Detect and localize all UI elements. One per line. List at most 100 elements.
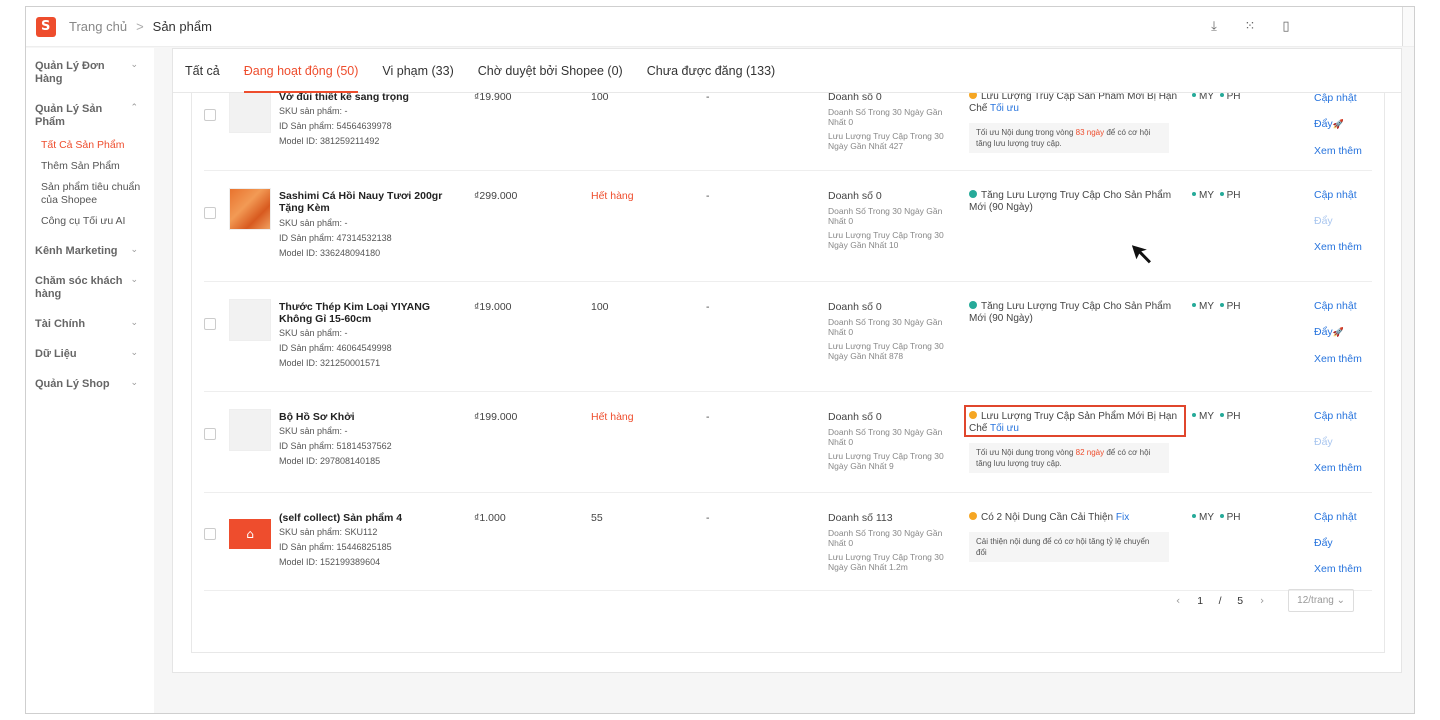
product-id: ID Sản phẩm: 47314532138 (279, 233, 392, 243)
quality-tip: Tối ưu Nội dung trong vòng 82 ngày để có… (969, 443, 1169, 473)
sales-info: Doanh số 0 Doanh Số Trong 30 Ngày Gần Nh… (828, 301, 953, 361)
product-thumbnail[interactable] (229, 93, 271, 133)
sales-total: Doanh số 0 (828, 93, 882, 103)
tab-active[interactable]: Đang hoạt động (50) (243, 49, 358, 93)
quality-info: Tăng Lưu Lượng Truy Cập Cho Sản Phẩm Mới… (969, 301, 1184, 325)
breadcrumb-separator: > (136, 19, 144, 34)
sidebar-group-products[interactable]: Quản Lý Sản Phẩm ⌃ Tất Cả Sản Phẩm Thêm … (26, 103, 154, 228)
see-more-button[interactable]: Xem thêm (1314, 556, 1362, 582)
product-sku: SKU sản phẩm: - (279, 218, 348, 228)
chevron-down-icon[interactable]: ⌄ (130, 348, 138, 358)
sidebar-group-title: Quản Lý Đơn Hàng (35, 60, 105, 85)
placeholder-dash: - (706, 512, 710, 524)
product-meta: SKU sản phẩm: - ID Sản phẩm: 51814537562… (279, 424, 392, 469)
table-row: Bộ Hồ Sơ Khởi SKU sản phẩm: - ID Sản phẩ… (204, 392, 1372, 493)
pagination: ‹ 1 / 5 › 12/trang ⌄ (1166, 589, 1354, 612)
update-button[interactable]: Cập nhật (1314, 93, 1362, 111)
page-separator: / (1218, 594, 1222, 607)
row-checkbox[interactable] (204, 109, 216, 121)
sidebar-group-title: Quản Lý Sản Phẩm (35, 103, 103, 128)
product-name[interactable]: Thước Thép Kim Loại YIYANG Không Gỉ 15-6… (279, 301, 464, 325)
boost-button[interactable]: Đẩy (1314, 208, 1362, 234)
boost-button[interactable]: Đẩy (1314, 429, 1362, 455)
row-checkbox[interactable] (204, 528, 216, 540)
see-more-button[interactable]: Xem thêm (1314, 234, 1362, 260)
sidebar-item-all-products[interactable]: Tất Cả Sản Phẩm (41, 139, 145, 152)
chevron-down-icon[interactable]: ⌄ (130, 378, 138, 388)
product-name[interactable]: (self collect) Sản phẩm 4 (279, 512, 464, 524)
sales-30-days: Doanh Số Trong 30 Ngày Gần Nhất 0 (828, 528, 943, 548)
tab-all[interactable]: Tất cả (185, 49, 220, 93)
product-table: Vớ đùi thiết kế sang trọng SKU sản phẩm:… (191, 93, 1385, 653)
sidebar-item-ai-tools[interactable]: Công cụ Tối ưu AI (41, 215, 145, 228)
product-name[interactable]: Sashimi Cá Hồi Nauy Tươi 200gr Tặng Kèm (279, 190, 464, 214)
quality-status: Lưu Lượng Truy Cập Sản Phẩm Mới Bị Hạn C… (969, 93, 1178, 114)
breadcrumb-home[interactable]: Trang chủ (69, 19, 127, 34)
fix-link[interactable]: Fix (1116, 512, 1129, 523)
sidebar-group-shop[interactable]: Quản Lý Shop ⌄ (26, 378, 154, 391)
sidebar: Quản Lý Đơn Hàng ⌄ Quản Lý Sản Phẩm ⌃ Tấ… (26, 48, 154, 713)
model-id: Model ID: 381259211492 (279, 136, 380, 146)
see-more-button[interactable]: Xem thêm (1314, 455, 1362, 481)
chevron-down-icon[interactable]: ⌄ (130, 318, 138, 328)
row-checkbox[interactable] (204, 428, 216, 440)
product-id: ID Sản phẩm: 46064549998 (279, 343, 392, 353)
placeholder-dash: - (706, 411, 710, 423)
update-button[interactable]: Cập nhật (1314, 403, 1362, 429)
sidebar-item-standard-products[interactable]: Sản phẩm tiêu chuẩn của Shopee (41, 181, 145, 207)
boost-button[interactable]: Đẩy🚀 (1314, 319, 1362, 346)
quality-tip: Cải thiện nội dung để có cơ hội tăng tỷ … (969, 532, 1169, 562)
sidebar-group-orders[interactable]: Quản Lý Đơn Hàng ⌄ (26, 60, 154, 86)
product-stock: 55 (591, 512, 603, 524)
quality-status: Có 2 Nội Dung Cần Cải Thiện Fix (969, 512, 1184, 524)
tab-violations[interactable]: Vi phạm (33) (382, 49, 453, 93)
boost-button[interactable]: Đẩy (1314, 530, 1362, 556)
chevron-down-icon[interactable]: ⌄ (130, 60, 138, 70)
update-button[interactable]: Cập nhật (1314, 504, 1362, 530)
product-name[interactable]: Bộ Hồ Sơ Khởi (279, 411, 464, 423)
product-sku: SKU sản phẩm: - (279, 106, 348, 116)
update-button[interactable]: Cập nhật (1314, 182, 1362, 208)
chevron-up-icon[interactable]: ⌃ (130, 103, 138, 113)
sidebar-group-finance[interactable]: Tài Chính ⌄ (26, 318, 154, 331)
product-thumbnail[interactable]: ⌂ (229, 519, 271, 549)
tab-unpublished[interactable]: Chưa được đăng (133) (647, 49, 775, 93)
update-button[interactable]: Cập nhật (1314, 293, 1362, 319)
next-page-button[interactable]: › (1250, 595, 1274, 607)
sidebar-item-add-product[interactable]: Thêm Sản Phẩm (41, 160, 145, 173)
sidebar-group-data[interactable]: Dữ Liệu ⌄ (26, 348, 154, 361)
product-thumbnail[interactable] (229, 409, 271, 451)
chevron-down-icon[interactable]: ⌄ (130, 275, 138, 285)
sidebar-group-customer-care[interactable]: Chăm sóc khách hàng ⌄ (26, 275, 154, 301)
product-price: ₫299.000 (474, 190, 518, 202)
see-more-button[interactable]: Xem thêm (1314, 346, 1362, 372)
shopee-logo[interactable] (36, 16, 56, 37)
warning-icon (969, 512, 977, 520)
regions: MY PH (1192, 190, 1240, 201)
sidebar-group-title: Kênh Marketing (35, 245, 118, 257)
sales-30-days: Doanh Số Trong 30 Ngày Gần Nhất 0 (828, 427, 943, 447)
product-thumbnail[interactable] (229, 188, 271, 230)
check-icon (969, 301, 977, 309)
book-icon[interactable]: ▯ (1278, 19, 1294, 34)
tab-pending-review[interactable]: Chờ duyệt bởi Shopee (0) (478, 49, 623, 93)
sidebar-group-marketing[interactable]: Kênh Marketing ⌄ (26, 245, 154, 258)
boost-button[interactable]: Đẩy🚀 (1314, 111, 1362, 138)
product-name[interactable]: Vớ đùi thiết kế sang trọng (279, 93, 464, 103)
apps-grid-icon[interactable]: ⁙ (1242, 19, 1258, 34)
row-checkbox[interactable] (204, 318, 216, 330)
page-size-select[interactable]: 12/trang ⌄ (1288, 589, 1354, 612)
see-more-button[interactable]: Xem thêm (1314, 138, 1362, 164)
download-icon[interactable]: ⤓ (1206, 19, 1222, 34)
row-checkbox[interactable] (204, 207, 216, 219)
chevron-down-icon[interactable]: ⌄ (130, 245, 138, 255)
main-panel: Tất cả Đang hoạt động (50) Vi phạm (33) … (172, 48, 1402, 673)
product-stock: Hết hàng (591, 190, 634, 202)
prev-page-button[interactable]: ‹ (1166, 595, 1190, 607)
scrollbar[interactable] (1402, 7, 1414, 46)
product-price: ₫19.900 (474, 93, 512, 103)
sales-30-days: Doanh Số Trong 30 Ngày Gần Nhất 0 (828, 317, 943, 337)
product-thumbnail[interactable] (229, 299, 271, 341)
optimize-link[interactable]: Tối ưu (990, 103, 1019, 114)
traffic-30-days: Lưu Lượng Truy Cập Trong 30 Ngày Gần Nhấ… (828, 131, 944, 151)
